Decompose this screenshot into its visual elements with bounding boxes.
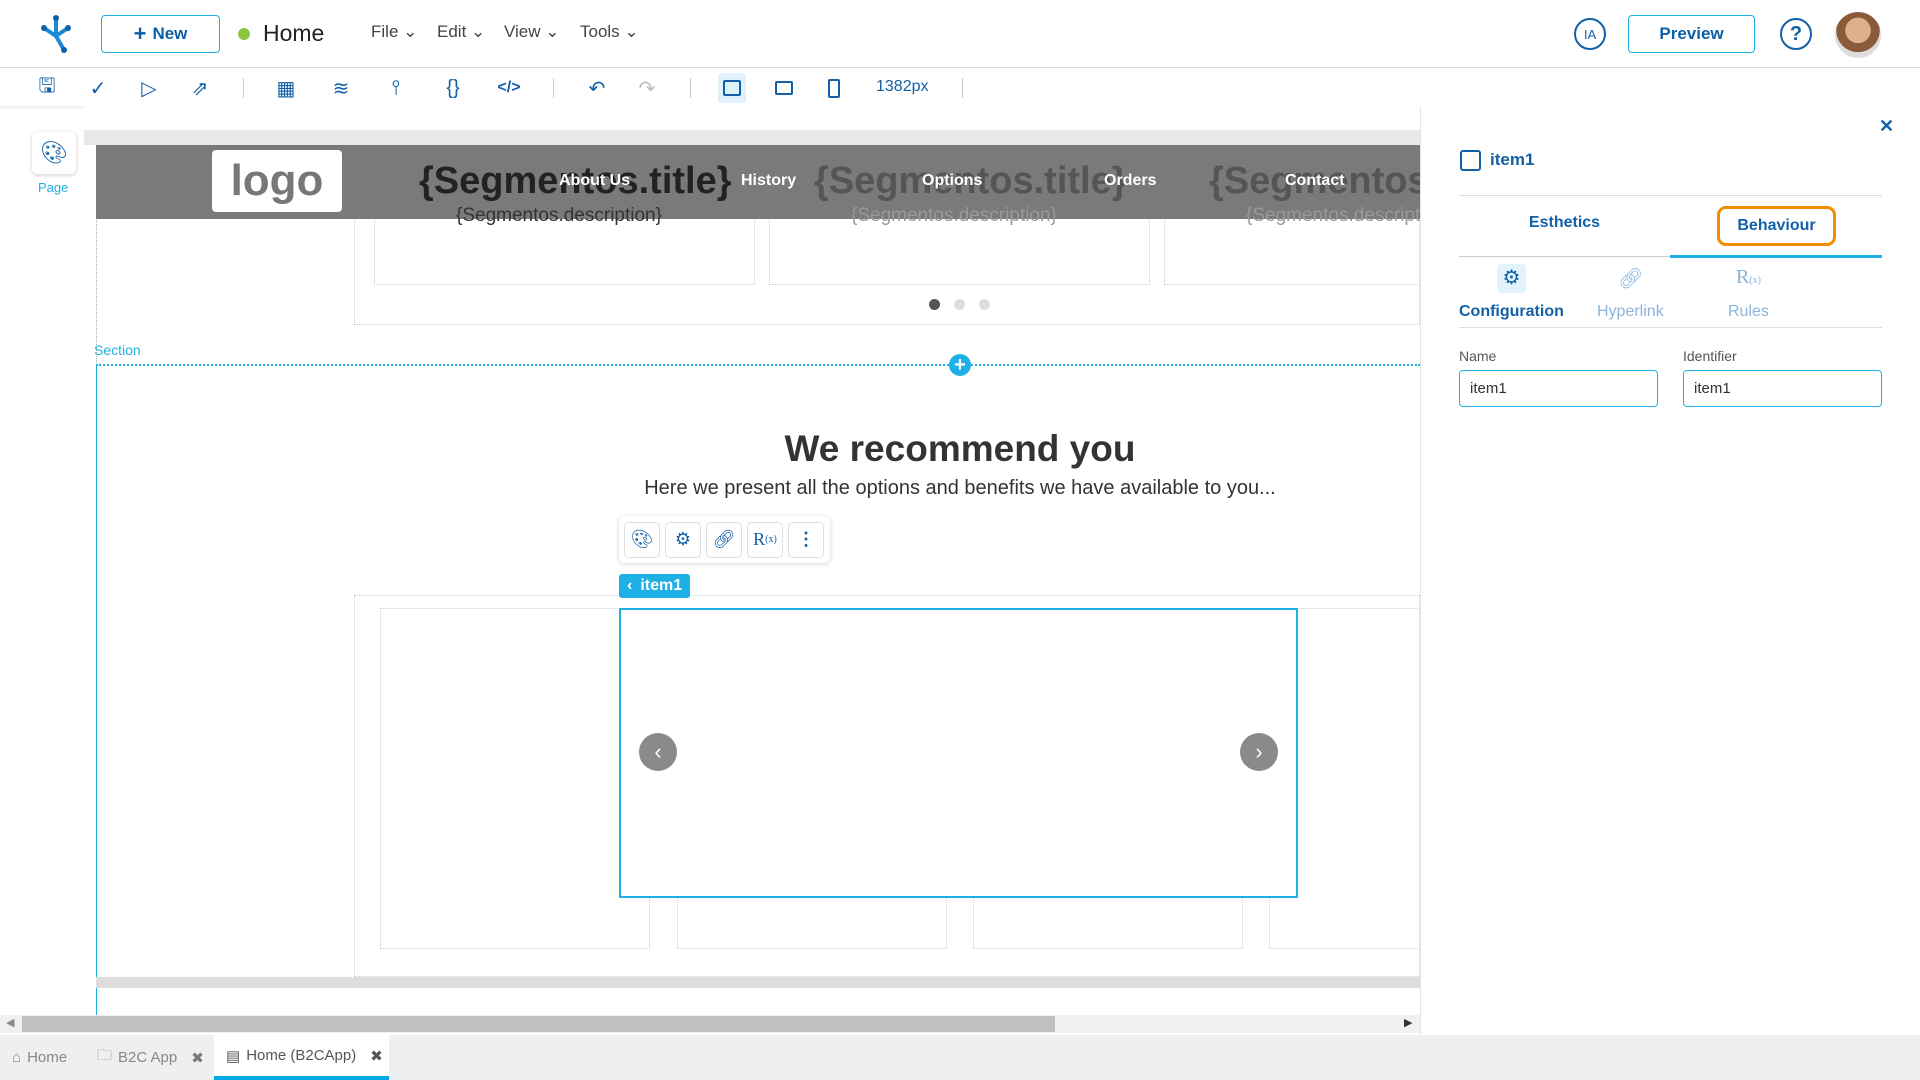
add-section-button[interactable]: + <box>949 354 971 376</box>
section-subheading: Here we present all the options and bene… <box>644 477 1276 499</box>
app-logo-icon[interactable] <box>36 14 76 54</box>
item-icon <box>1460 150 1481 171</box>
menu-edit[interactable]: Edit ⌄ <box>437 22 485 42</box>
menu-view[interactable]: View ⌄ <box>504 22 560 42</box>
name-input[interactable] <box>1459 370 1658 407</box>
identifier-label: Identifier <box>1683 348 1737 364</box>
divider <box>553 78 554 98</box>
tab-behaviour[interactable]: Behaviour <box>1717 206 1836 246</box>
layers-icon[interactable]: ≋ <box>329 76 353 100</box>
segment-description: {Segmentos.description} <box>456 205 662 226</box>
divider <box>690 78 691 98</box>
play-icon[interactable]: ▷ <box>137 76 161 100</box>
help-icon[interactable]: ? <box>1780 18 1812 50</box>
canvas-width: 1382px <box>876 78 929 95</box>
gear-icon[interactable]: ⚙ <box>1497 264 1526 293</box>
chevron-left-icon: ‹ <box>627 577 633 594</box>
carousel-dot-active[interactable] <box>929 299 940 310</box>
selected-item-tag[interactable]: ‹ item1 <box>619 574 691 598</box>
divider <box>243 78 244 98</box>
gear-icon[interactable]: ⚙ <box>665 521 701 558</box>
bottom-tab-home-b2capp[interactable]: ▤ Home (B2CApp) ✖ <box>214 1035 389 1080</box>
user-avatar[interactable] <box>1835 12 1881 58</box>
bottom-tab-home[interactable]: ⌂ Home <box>12 1035 67 1080</box>
export-icon[interactable]: ⇗ <box>188 76 212 100</box>
selected-item[interactable] <box>619 608 1298 898</box>
new-button[interactable]: + New <box>101 15 220 53</box>
carousel-prev-button[interactable]: ‹ <box>639 733 677 771</box>
identifier-input[interactable] <box>1683 370 1882 407</box>
item-toolbar: 🎨︎ ⚙ 🔗︎ R (x) ⋮ <box>619 516 830 563</box>
carousel-dot[interactable] <box>954 299 965 310</box>
close-tab-icon[interactable]: ✖ <box>191 1049 204 1067</box>
palette-icon[interactable]: 🎨︎ <box>624 521 660 558</box>
page-label: Page <box>38 180 69 195</box>
desktop-view-icon[interactable] <box>720 76 744 100</box>
link-icon[interactable]: 🔗︎ <box>706 521 742 558</box>
properties-panel <box>1420 106 1920 1035</box>
carousel-dot[interactable] <box>979 299 990 310</box>
name-label: Name <box>1459 348 1497 364</box>
preview-button[interactable]: Preview <box>1628 15 1755 53</box>
rules-icon[interactable]: R(x) <box>747 521 783 558</box>
tablet-view-icon[interactable] <box>772 76 796 100</box>
nav-options[interactable]: Options <box>922 172 982 190</box>
palette-icon[interactable]: 🎨︎ <box>32 132 76 174</box>
more-icon[interactable]: ⋮ <box>788 521 824 558</box>
section-border <box>96 364 1420 366</box>
carousel-next-button[interactable]: › <box>1240 733 1278 771</box>
card[interactable] <box>380 608 650 949</box>
code-icon[interactable]: </> <box>497 76 521 100</box>
plus-icon: + <box>133 21 147 46</box>
folder-icon: 🗀 <box>97 1047 113 1064</box>
scroll-right-icon[interactable]: ▶ <box>1404 1016 1412 1029</box>
scrollbar-thumb[interactable] <box>22 1016 1055 1032</box>
card[interactable] <box>973 895 1243 949</box>
close-tab-icon[interactable]: ✖ <box>370 1047 383 1065</box>
tab-esthetics[interactable]: Esthetics <box>1459 214 1670 232</box>
menu-tools[interactable]: Tools ⌄ <box>580 22 639 42</box>
bottom-tab-b2c-app[interactable]: 🗀 B2C App ✖ <box>97 1035 204 1080</box>
page-title: Home <box>263 20 325 46</box>
close-icon[interactable]: ✕ <box>1879 116 1894 137</box>
ia-button[interactable]: IA <box>1574 18 1606 50</box>
components-icon[interactable]: ▦ <box>274 76 298 100</box>
subtab-hyperlink[interactable]: Hyperlink <box>1597 303 1664 321</box>
home-icon: ⌂ <box>12 1049 22 1066</box>
segment-description: {Segmentos.description} <box>851 205 1057 226</box>
section-heading: We recommend you <box>784 428 1136 469</box>
status-dot <box>238 28 250 40</box>
flow-icon[interactable]: ⫯ <box>384 76 408 100</box>
menu-file[interactable]: File ⌄ <box>371 22 417 42</box>
divider <box>962 78 963 98</box>
segment-description: {Segmentos.description} <box>1246 205 1420 226</box>
section-label: Section <box>94 342 141 358</box>
check-icon[interactable]: ✓ <box>86 76 110 100</box>
nav-history[interactable]: History <box>741 172 796 190</box>
braces-icon[interactable]: {} <box>441 76 465 100</box>
nav-contact[interactable]: Contact <box>1285 172 1345 190</box>
rules-icon[interactable]: R(x) <box>1736 266 1761 289</box>
page-icon: ▤ <box>226 1047 241 1065</box>
redo-icon[interactable]: ↷ <box>635 76 659 100</box>
scroll-left-icon[interactable]: ◀ <box>6 1016 14 1029</box>
nav-about-us[interactable]: About Us <box>559 172 630 190</box>
item-title: item1 <box>1490 150 1535 169</box>
nav-orders[interactable]: Orders <box>1104 172 1156 190</box>
mobile-view-icon[interactable] <box>822 76 846 100</box>
save-icon[interactable]: 🖫 <box>35 75 59 100</box>
undo-icon[interactable]: ↶ <box>585 76 609 100</box>
link-icon[interactable]: 🔗︎ <box>1618 266 1643 291</box>
card[interactable] <box>677 895 947 949</box>
subtab-configuration[interactable]: Configuration <box>1459 303 1564 321</box>
subtab-rules[interactable]: Rules <box>1728 303 1769 321</box>
